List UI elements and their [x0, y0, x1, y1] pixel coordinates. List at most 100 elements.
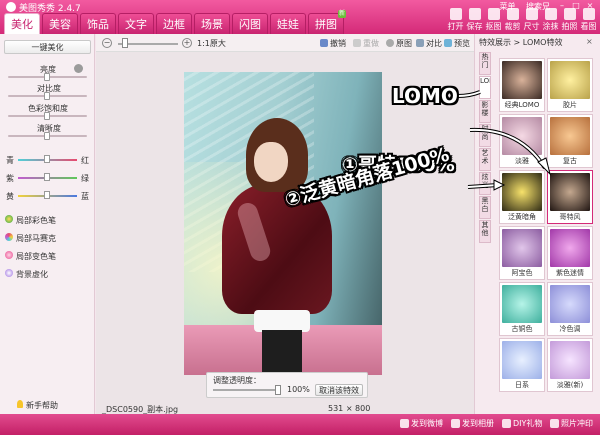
- save-button[interactable]: 保存: [465, 8, 484, 33]
- recolor-pen-icon: [5, 251, 13, 259]
- opacity-panel: 调整透明度： 100% 取消该特效: [206, 372, 368, 398]
- preview-button[interactable]: 预览: [444, 38, 470, 49]
- photo-skirt: [254, 310, 310, 332]
- sharpness-knob[interactable]: [44, 132, 50, 140]
- tab-flash[interactable]: 闪图: [232, 13, 268, 34]
- compare-button[interactable]: 对比: [416, 38, 442, 49]
- category-studio[interactable]: 影楼: [479, 100, 491, 123]
- one-click-beautify-button[interactable]: 一键美化: [4, 40, 91, 54]
- effect-classic-lomo[interactable]: 经典LOMO: [499, 58, 545, 112]
- effect-preview: [550, 173, 590, 211]
- opacity-knob[interactable]: [275, 385, 281, 395]
- category-other[interactable]: 其他: [479, 220, 491, 243]
- tab-face[interactable]: 美容: [42, 13, 78, 34]
- print-icon: [550, 419, 559, 428]
- effect-preview: [550, 285, 590, 323]
- brightness-knob[interactable]: [44, 73, 50, 81]
- tab-doll[interactable]: 娃娃: [270, 13, 306, 34]
- effect-purple-fantasy[interactable]: 紫色迷情: [547, 226, 593, 280]
- resize-icon: [525, 8, 538, 20]
- diy-gift-button[interactable]: DIY礼物: [502, 418, 542, 429]
- photo-print-button[interactable]: 照片冲印: [550, 418, 593, 429]
- redo-button[interactable]: 重做: [353, 38, 379, 49]
- effect-cool-tone[interactable]: 冷色调: [547, 282, 593, 336]
- magenta-green-knob[interactable]: [44, 173, 50, 181]
- effect-preview: [502, 117, 542, 155]
- help-link[interactable]: 新手帮助: [17, 400, 58, 411]
- photo-legs: [262, 330, 302, 375]
- effect-gothic[interactable]: 哥特风: [547, 170, 593, 224]
- category-fashion[interactable]: 时尚: [479, 124, 491, 147]
- album-icon: [451, 419, 460, 428]
- cyan-red-knob[interactable]: [44, 155, 50, 163]
- opacity-label: 调整透明度：: [213, 376, 261, 385]
- effect-film[interactable]: 胶片: [547, 58, 593, 112]
- opacity-slider[interactable]: [213, 389, 281, 391]
- category-lomo[interactable]: LOMO: [479, 76, 491, 99]
- viewer-button[interactable]: 看图: [579, 8, 598, 33]
- canvas-toolbar: − + 1:1原大 撤销 重做 原图 对比 预览: [96, 34, 474, 52]
- share-weibo-button[interactable]: 发到微博: [400, 418, 443, 429]
- panel-close-icon[interactable]: ×: [586, 38, 594, 46]
- zoom-in-icon[interactable]: +: [182, 38, 192, 48]
- annotation-lomo: LOMO: [392, 84, 458, 108]
- effect-abao[interactable]: 阿宝色: [499, 226, 545, 280]
- yellow-blue-knob[interactable]: [44, 191, 50, 199]
- saturation-knob[interactable]: [44, 112, 50, 120]
- undo-button[interactable]: 撤销: [320, 38, 346, 49]
- photo-face: [254, 142, 288, 182]
- effect-elegant[interactable]: 淡雅: [499, 114, 545, 168]
- effect-preview: [502, 229, 542, 267]
- contrast-knob[interactable]: [44, 92, 50, 100]
- category-bw[interactable]: 黑白: [479, 196, 491, 219]
- resize-button[interactable]: 尺寸: [522, 8, 541, 33]
- tab-scene[interactable]: 场景: [194, 13, 230, 34]
- reset-icon[interactable]: [74, 64, 83, 73]
- tab-accessories[interactable]: 饰品: [80, 13, 116, 34]
- smudge-icon: [544, 8, 557, 20]
- zoom-original-size[interactable]: 1:1原大: [197, 38, 226, 49]
- zoom-knob[interactable]: [122, 38, 128, 48]
- weibo-icon: [400, 419, 409, 428]
- zoom-out-icon[interactable]: −: [102, 38, 112, 48]
- category-flare[interactable]: 炫光: [479, 172, 491, 195]
- effect-japanese[interactable]: 日系: [499, 338, 545, 392]
- main-tabs: 美化 美容 饰品 文字 边框 场景 闪图 娃娃 拼图新: [4, 10, 346, 34]
- local-recolor-pen[interactable]: 局部变色笔: [5, 251, 56, 262]
- tab-text[interactable]: 文字: [118, 13, 154, 34]
- effect-retro[interactable]: 复古: [547, 114, 593, 168]
- category-hot[interactable]: 热门: [479, 52, 491, 75]
- effect-preview: [550, 61, 590, 99]
- preview-icon: [444, 39, 452, 47]
- camera-button[interactable]: 拍照: [560, 8, 579, 33]
- open-button[interactable]: 打开: [446, 8, 465, 33]
- crop-button[interactable]: 裁剪: [503, 8, 522, 33]
- local-color-pen[interactable]: 局部彩色笔: [5, 215, 56, 226]
- cancel-effect-button[interactable]: 取消该特效: [315, 384, 363, 396]
- effect-preview: [502, 173, 542, 211]
- viewer-icon: [582, 8, 595, 20]
- color-row-cyan-red: 青 红: [6, 155, 89, 165]
- image-dimensions: 531 × 800: [328, 404, 371, 413]
- tab-beautify[interactable]: 美化: [4, 13, 40, 34]
- effect-preview: [550, 341, 590, 379]
- save-icon: [468, 8, 481, 20]
- original-button[interactable]: 原图: [386, 38, 412, 49]
- tab-collage[interactable]: 拼图新: [308, 10, 346, 34]
- edited-photo: [184, 72, 382, 375]
- crop-icon: [506, 8, 519, 20]
- effect-bronze[interactable]: 古铜色: [499, 282, 545, 336]
- cutout-button[interactable]: 抠图: [484, 8, 503, 33]
- category-art[interactable]: 艺术: [479, 148, 491, 171]
- background-blur[interactable]: 背景虚化: [5, 269, 48, 280]
- effect-categories: 热门 LOMO 影楼 时尚 艺术 炫光 黑白 其他: [479, 52, 491, 244]
- color-pen-icon: [5, 215, 13, 223]
- effect-elegant-new[interactable]: 淡雅(新): [547, 338, 593, 392]
- smudge-button[interactable]: 涂抹: [541, 8, 560, 33]
- effect-yellow-vignette[interactable]: 泛黄暗角: [499, 170, 545, 224]
- tab-frame[interactable]: 边框: [156, 13, 192, 34]
- open-icon: [449, 8, 462, 20]
- local-mosaic[interactable]: 局部马赛克: [5, 233, 56, 244]
- share-album-button[interactable]: 发到相册: [451, 418, 494, 429]
- effect-preview: [550, 229, 590, 267]
